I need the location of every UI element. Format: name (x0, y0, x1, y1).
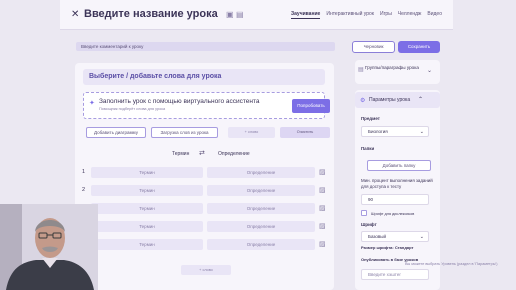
min-percent-label: Мин. процент выполнения заданий для дост… (361, 178, 433, 189)
row-image-icon[interactable]: ▨ (319, 204, 326, 212)
row-image-icon[interactable]: ▨ (319, 222, 326, 230)
mode-tabs: Заучивание Интерактивный урок Игры Челле… (291, 11, 442, 19)
table-row: 1 Термин Определение ▨ (81, 167, 329, 178)
term-column-header: Термин (172, 151, 190, 157)
tab-games[interactable]: Игры (380, 11, 392, 19)
ai-subtitle: Помощник подберёт слова для урока (99, 107, 166, 111)
term-input[interactable]: Термин (91, 203, 203, 214)
swap-icon[interactable]: ⇄ (199, 149, 205, 157)
close-icon[interactable]: ✕ (71, 9, 79, 20)
try-ai-button[interactable]: Попробовать (292, 99, 330, 113)
webcam-overlay (0, 204, 98, 290)
image-icon[interactable]: ▣ (226, 10, 234, 19)
table-row: 2 Термин Определение ▨ (81, 185, 329, 196)
footnote-text: Вы можете выбрать Уровень (раздел в 'Пар… (405, 262, 498, 266)
hashtag-input[interactable]: Введите хэштег (361, 269, 429, 280)
clear-button[interactable]: Очистить (280, 127, 330, 138)
term-input[interactable]: Термин (91, 239, 203, 250)
subject-select[interactable]: Биология ⌄ (361, 126, 429, 137)
tab-video[interactable]: Видео (427, 11, 442, 19)
folders-label: Папки (361, 146, 375, 151)
picture-icon[interactable]: ▤ (236, 10, 244, 19)
row-image-icon[interactable]: ▨ (319, 240, 326, 248)
font-label: Шрифт (361, 222, 377, 227)
subject-value: Биология (368, 129, 388, 134)
draft-button[interactable]: Черновик (352, 41, 395, 53)
top-bar: ✕ Введите название урока ▣ ▤ Заучивание … (60, 0, 453, 30)
words-panel: Выберите / добавьте слова для урока ✦ За… (75, 63, 334, 290)
definition-input[interactable]: Определение (207, 203, 315, 214)
groups-panel[interactable]: ▤ Группы/параграфы урока ⌄ (355, 60, 440, 84)
chevron-up-icon[interactable]: ⌃ (418, 96, 423, 103)
row-number: 2 (82, 187, 86, 193)
term-input[interactable]: Термин (91, 221, 203, 232)
term-input[interactable]: Термин (91, 167, 203, 178)
save-button[interactable]: Сохранить (398, 41, 440, 53)
groups-label: Группы/параграфы урока (365, 65, 419, 70)
table-row: 3 Термин Определение ▨ (81, 203, 329, 214)
params-label: Параметры урока (369, 97, 411, 103)
row-image-icon[interactable]: ▨ (319, 168, 326, 176)
sparkle-icon: ✦ (89, 100, 95, 107)
row-number: 1 (82, 169, 86, 175)
dyslexia-label: Шрифт для дислексиков (371, 212, 415, 216)
font-value: Базовый (368, 234, 387, 239)
table-row: 5 Термин Определение ▨ (81, 239, 329, 250)
row-image-icon[interactable]: ▨ (319, 186, 326, 194)
words-heading: Выберите / добавьте слова для урока (83, 69, 325, 85)
tab-interactive[interactable]: Интерактивный урок (326, 11, 374, 19)
lesson-params-panel: ⚙ Параметры урока ⌃ Предмет Биология ⌄ П… (355, 90, 440, 290)
min-percent-input[interactable]: 90 (361, 194, 429, 205)
chevron-down-icon[interactable]: ⌄ (427, 67, 432, 74)
params-header[interactable]: ⚙ Параметры урока ⌃ (355, 92, 440, 108)
settings-icon: ⚙ (360, 98, 366, 104)
dyslexia-checkbox[interactable] (361, 210, 367, 216)
upload-words-button[interactable]: Загрузка слов из урока (151, 127, 218, 138)
definition-input[interactable]: Определение (207, 239, 315, 250)
chevron-down-icon: ⌄ (419, 234, 424, 240)
font-size-label: Размер шрифта: Стандарт (361, 245, 414, 250)
tab-challenge[interactable]: Челлендж (398, 11, 422, 19)
definition-input[interactable]: Определение (207, 185, 315, 196)
add-diagram-button[interactable]: Добавить диаграмму (86, 127, 146, 138)
subject-label: Предмет (361, 116, 380, 121)
tab-memorize[interactable]: Заучивание (291, 11, 321, 19)
font-select[interactable]: Базовый ⌄ (361, 231, 429, 242)
add-folder-button[interactable]: Добавить папку (367, 160, 431, 171)
definition-column-header: Определение (218, 151, 250, 157)
ai-title: Заполнить урок с помощью виртуального ас… (99, 98, 260, 105)
folder-icon: ▤ (358, 67, 364, 73)
ai-assistant-box: ✦ Заполнить урок с помощью виртуального … (83, 92, 330, 119)
definition-input[interactable]: Определение (207, 167, 315, 178)
chevron-down-icon: ⌄ (419, 129, 424, 135)
table-row: 4 Термин Определение ▨ (81, 221, 329, 232)
definition-input[interactable]: Определение (207, 221, 315, 232)
term-input[interactable]: Термин (91, 185, 203, 196)
add-row-button[interactable]: + слово (181, 265, 231, 275)
lesson-title-input[interactable]: Введите название урока (84, 8, 218, 20)
lesson-comment-input[interactable]: Введите комментарий к уроку (76, 42, 335, 51)
add-word-button[interactable]: + слово (228, 127, 275, 138)
